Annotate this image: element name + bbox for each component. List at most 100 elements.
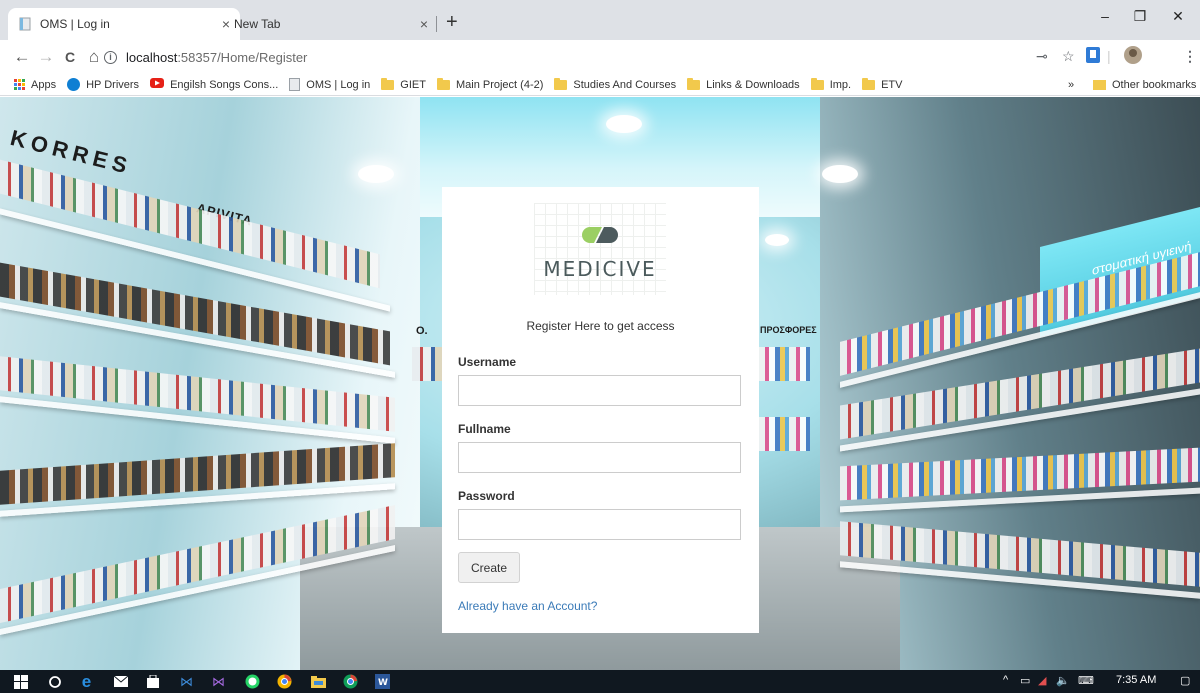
youtube-icon (150, 78, 165, 91)
folder-icon (436, 77, 450, 90)
chrome-icon[interactable] (342, 673, 359, 690)
whatsapp-icon[interactable] (244, 673, 261, 690)
ceiling-light (358, 165, 394, 183)
username-label: Username (458, 355, 517, 369)
folder-icon (554, 77, 568, 90)
bookmark-label: GIET (400, 78, 426, 91)
clock-time[interactable]: 7:35 AM (1116, 674, 1156, 686)
extension-icon[interactable] (1086, 47, 1100, 66)
word-icon[interactable]: W (374, 673, 391, 690)
browser-tab-strip: OMS | Log in × New Tab × + – ❐ ✕ (0, 0, 1200, 40)
register-card: MEDICIVE Register Here to get access Use… (442, 187, 759, 633)
windows-taskbar: e ⋈ ⋈ W ^ ▭ ◢ 🔈 ⌨ 7:35 AM ▢ (0, 670, 1200, 693)
bookmarks-bar: Apps HP Drivers Engilsh Songs Cons... OM… (0, 74, 1200, 96)
bookmark-label: Main Project (4-2) (455, 78, 544, 91)
ceiling-light (606, 115, 642, 133)
url-path: :58357/Home/Register (177, 49, 308, 65)
bookmark-label: OMS | Log in (306, 78, 371, 91)
bookmark-english-songs[interactable]: Engilsh Songs Cons... (150, 78, 278, 91)
bookmark-label: HP Drivers (86, 78, 140, 91)
hp-logo-icon (67, 78, 81, 91)
bookmarks-overflow-button[interactable]: » (1068, 79, 1074, 91)
password-input[interactable] (458, 509, 741, 540)
bookmark-oms-login[interactable]: OMS | Log in (289, 78, 370, 91)
file-explorer-icon[interactable] (310, 673, 327, 690)
already-have-account-link[interactable]: Already have an Account? (458, 599, 597, 613)
bookmark-label: Other bookmarks (1112, 78, 1197, 91)
key-icon[interactable]: ⊸ (1036, 48, 1048, 65)
shelf-products (758, 347, 810, 381)
apps-grid-icon (14, 79, 25, 90)
windows-start-icon[interactable] (12, 673, 29, 690)
bookmark-folder-etv[interactable]: ETV (862, 77, 903, 91)
bookmark-folder-imp[interactable]: Imp. (810, 77, 852, 91)
visual-studio-icon[interactable]: ⋈ (178, 673, 195, 690)
password-label: Password (458, 489, 515, 503)
folder-icon (1093, 79, 1106, 90)
mail-icon[interactable] (112, 673, 129, 690)
toolbar-divider: | (1107, 48, 1111, 64)
notifications-icon[interactable]: ▢ (1180, 674, 1190, 687)
url-host: localhost (126, 49, 178, 65)
maximize-button[interactable]: ❐ (1120, 8, 1160, 25)
fullname-label: Fullname (458, 422, 511, 436)
keyboard-icon[interactable]: ⌨ (1078, 674, 1094, 687)
bookmark-label: Imp. (829, 78, 852, 91)
back-button[interactable]: ← (10, 46, 34, 68)
bookmark-star-icon[interactable]: ☆ (1062, 48, 1075, 65)
forward-button[interactable]: → (34, 46, 58, 68)
create-button[interactable]: Create (458, 552, 520, 583)
visual-studio-icon[interactable]: ⋈ (210, 673, 227, 690)
chrome-icon[interactable] (276, 673, 293, 690)
shelf-sign: Ο. (416, 325, 428, 337)
address-bar[interactable]: i localhost :58357/Home/Register (104, 45, 1024, 69)
folder-icon (810, 77, 824, 90)
bookmark-folder-giet[interactable]: GIET (381, 77, 426, 91)
close-window-button[interactable]: ✕ (1158, 8, 1198, 25)
tab-new-tab[interactable]: New Tab × (224, 8, 438, 40)
page-icon (289, 78, 301, 91)
show-hidden-icons[interactable]: ^ (1003, 674, 1008, 686)
chevron-double-right-icon: » (1068, 78, 1075, 91)
shelf-products (412, 347, 442, 381)
bookmark-apps[interactable]: Apps (14, 79, 56, 91)
tab-separator (436, 16, 437, 32)
reload-button[interactable]: C (58, 46, 82, 68)
username-input[interactable] (458, 375, 741, 406)
tab-title: New Tab (234, 17, 281, 31)
pill-logo-icon (582, 227, 618, 243)
volume-icon[interactable]: 🔈 (1056, 674, 1070, 687)
minimize-button[interactable]: – (1085, 8, 1125, 24)
browser-menu-icon[interactable]: ⋮ (1183, 48, 1197, 65)
site-info-icon[interactable]: i (104, 50, 117, 64)
tab-title: OMS | Log in (40, 17, 110, 31)
folder-icon (862, 77, 876, 90)
folder-icon (687, 77, 701, 90)
network-icon[interactable]: ▭ (1020, 674, 1030, 687)
new-tab-button[interactable]: + (446, 12, 458, 32)
bookmark-other-bookmarks[interactable]: Other bookmarks (1093, 79, 1196, 91)
store-icon[interactable] (144, 673, 161, 690)
ceiling-light (822, 165, 858, 183)
bookmark-hp-drivers[interactable]: HP Drivers (67, 78, 139, 91)
bookmark-label: Links & Downloads (706, 78, 800, 91)
folder-icon (381, 77, 395, 90)
home-button[interactable]: ⌂ (82, 46, 106, 68)
browser-toolbar: ← → C ⌂ i localhost :58357/Home/Register… (0, 40, 1200, 74)
bookmark-folder-links[interactable]: Links & Downloads (687, 77, 800, 91)
fullname-input[interactable] (458, 442, 741, 473)
bookmark-folder-main-project[interactable]: Main Project (4-2) (436, 77, 544, 91)
page-icon (18, 17, 32, 31)
tab-close-icon[interactable]: × (420, 16, 428, 32)
bookmark-label: ETV (881, 78, 903, 91)
bookmark-label: Studies And Courses (573, 78, 677, 91)
profile-avatar-icon[interactable] (1124, 46, 1142, 67)
tab-oms-login[interactable]: OMS | Log in × (8, 8, 240, 40)
bookmark-label: Apps (31, 78, 57, 91)
edge-icon[interactable]: e (78, 672, 95, 691)
logo-text: MEDICIVE (543, 257, 657, 281)
battery-warning-icon[interactable]: ◢ (1038, 674, 1046, 687)
search-icon[interactable] (46, 673, 63, 690)
bookmark-folder-studies[interactable]: Studies And Courses (554, 77, 677, 91)
ceiling-light (765, 234, 789, 246)
